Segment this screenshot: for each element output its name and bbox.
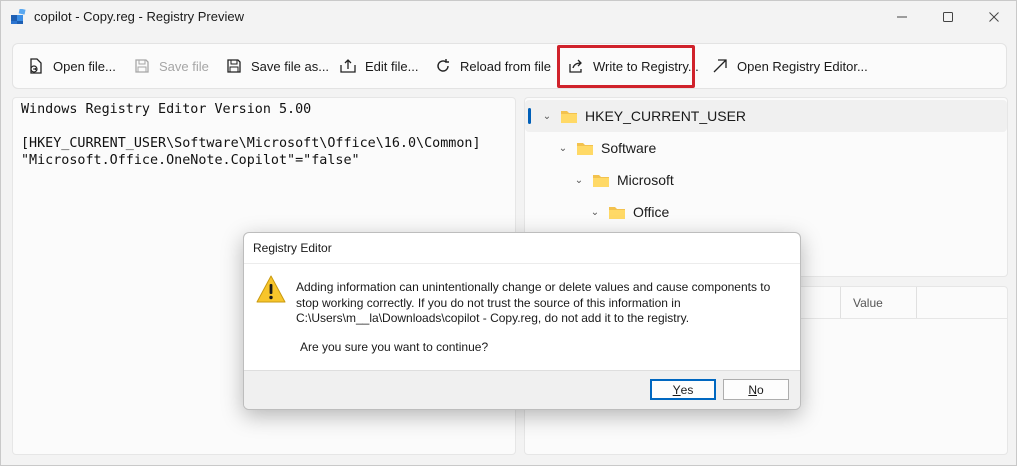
yes-button[interactable]: Yes <box>650 379 716 400</box>
folder-icon <box>593 174 609 187</box>
folder-icon <box>609 206 625 219</box>
chevron-down-icon[interactable]: ⌄ <box>557 143 569 154</box>
title-bar: copilot - Copy.reg - Registry Preview <box>1 1 1016 33</box>
save-as-icon <box>227 59 241 73</box>
command-bar: Open file... Save file Save file as... E… <box>12 43 1007 89</box>
registry-preview-window: copilot - Copy.reg - Registry Preview Op… <box>0 0 1017 466</box>
registry-app-icon <box>10 8 26 25</box>
no-label: o <box>756 382 764 397</box>
save-file-as-button[interactable]: Save file as... <box>217 44 337 88</box>
chevron-down-icon[interactable]: ⌄ <box>541 111 553 122</box>
tree-node-label: Office <box>633 204 670 220</box>
column-separator[interactable] <box>916 287 917 318</box>
tree-node-software[interactable]: ⌄ Software <box>557 132 656 164</box>
edit-file-button[interactable]: Edit file... <box>331 44 426 88</box>
selection-indicator <box>528 108 531 124</box>
editor-line: "Microsoft.Office.OneNote.Copilot"="fals… <box>21 153 360 168</box>
window-title: copilot - Copy.reg - Registry Preview <box>34 9 244 24</box>
tree-node-office[interactable]: ⌄ Office <box>589 196 670 228</box>
open-file-button[interactable]: Open file... <box>19 44 124 88</box>
tree-node-microsoft[interactable]: ⌄ Microsoft <box>573 164 674 196</box>
tree-node-label: Microsoft <box>617 172 674 188</box>
no-button[interactable]: No <box>723 379 789 400</box>
dialog-title: Registry Editor <box>253 241 332 255</box>
close-button[interactable] <box>971 1 1017 33</box>
highlight-box <box>557 45 695 88</box>
refresh-icon <box>437 59 449 72</box>
no-accelerator: N <box>748 382 757 397</box>
save-file-as-label: Save file as... <box>251 58 330 74</box>
tree-node-label: Software <box>601 140 657 156</box>
save-icon <box>135 59 149 73</box>
dialog-question: Are you sure you want to continue? <box>300 340 489 354</box>
edit-file-label: Edit file... <box>365 58 419 74</box>
column-header-value[interactable]: Value <box>853 296 883 310</box>
dialog-footer <box>244 370 800 409</box>
reload-button[interactable]: Reload from file <box>426 44 559 88</box>
registry-editor-dialog: Registry Editor Adding information can u… <box>243 232 801 410</box>
open-registry-editor-label: Open Registry Editor... <box>737 58 868 74</box>
minimize-icon <box>897 16 907 18</box>
edit-file-icon <box>340 59 356 73</box>
chevron-down-icon[interactable]: ⌄ <box>589 207 601 218</box>
warning-icon <box>256 275 286 306</box>
open-external-arrow-icon <box>713 59 727 73</box>
editor-line: [HKEY_CURRENT_USER\Software\Microsoft\Of… <box>21 136 481 151</box>
editor-line: Windows Registry Editor Version 5.00 <box>21 102 312 117</box>
tree-node-label: HKEY_CURRENT_USER <box>585 108 747 124</box>
open-file-icon <box>30 58 42 74</box>
minimize-button[interactable] <box>879 1 925 33</box>
folder-icon <box>577 142 593 155</box>
maximize-button[interactable] <box>925 1 971 33</box>
save-file-label: Save file <box>159 58 209 74</box>
reload-label: Reload from file <box>460 58 552 74</box>
close-icon <box>989 12 999 22</box>
folder-icon <box>561 110 577 123</box>
dialog-message: Adding information can unintentionally c… <box>296 280 771 325</box>
chevron-down-icon[interactable]: ⌄ <box>573 175 585 186</box>
yes-label: es <box>680 382 694 397</box>
open-file-label: Open file... <box>53 58 116 74</box>
save-file-button[interactable]: Save file <box>125 44 217 88</box>
yes-accelerator: Y <box>672 382 681 397</box>
tree-node-hkcu[interactable]: ⌄ HKEY_CURRENT_USER <box>541 100 746 132</box>
column-separator[interactable] <box>840 287 841 318</box>
maximize-icon <box>943 12 953 22</box>
open-registry-editor-button[interactable]: Open Registry Editor... <box>703 44 876 88</box>
